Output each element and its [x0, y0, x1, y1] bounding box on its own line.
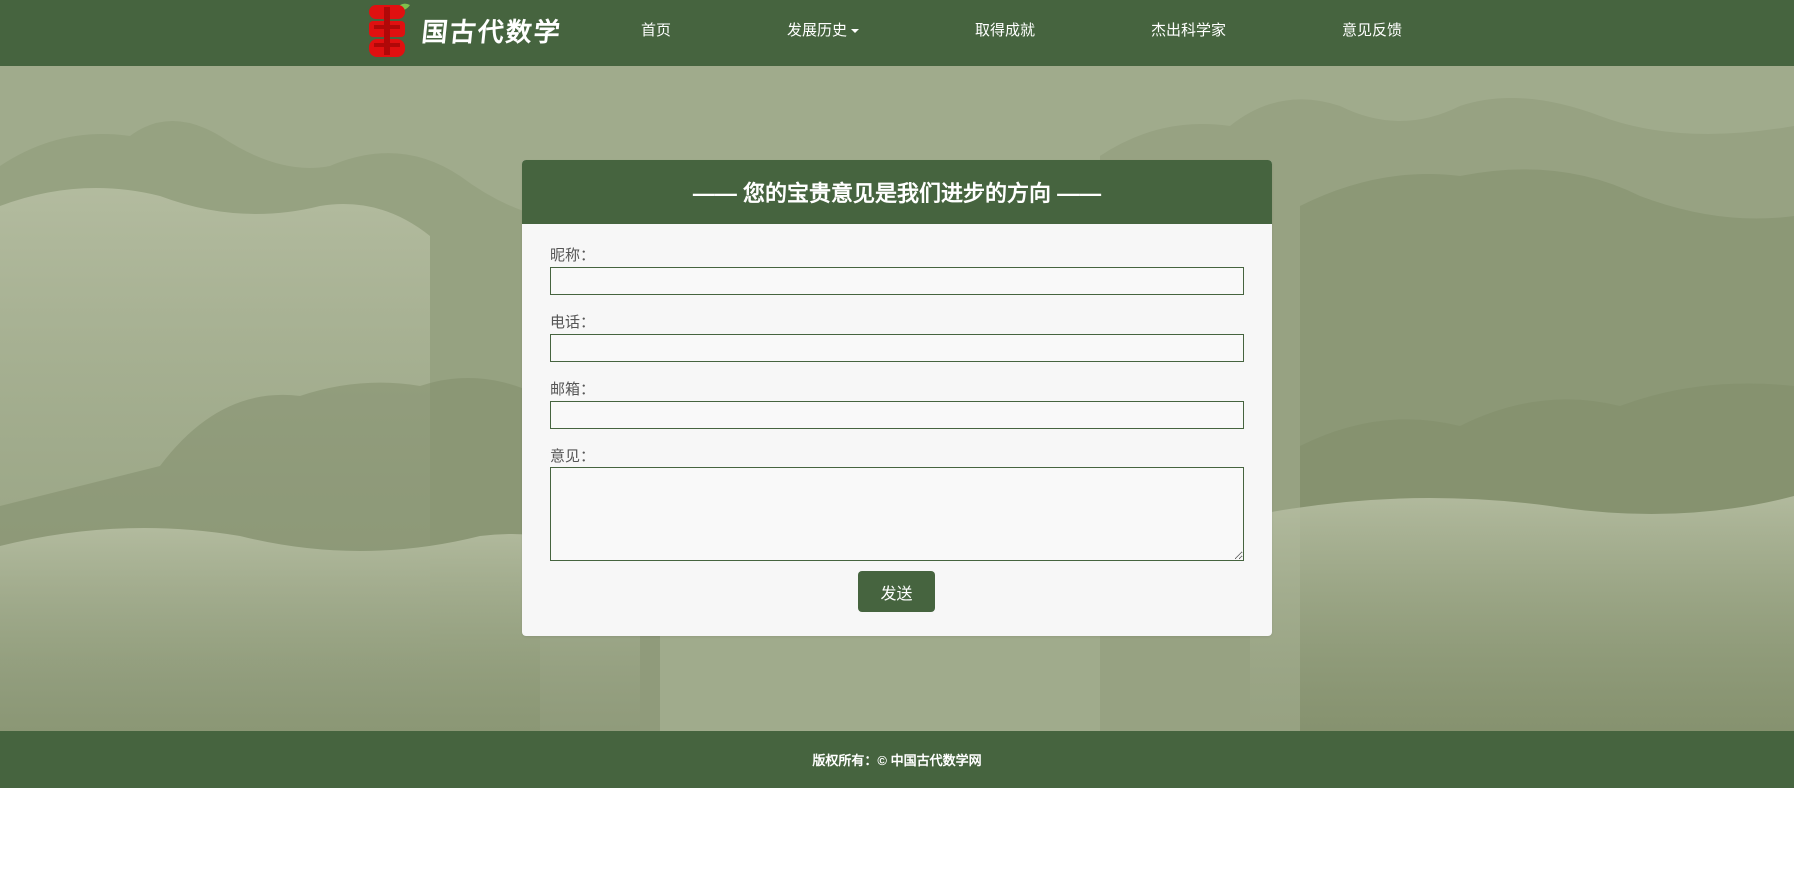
copyright-text: 版权所有：© 中国古代数学网 [812, 753, 982, 768]
nav-achievements[interactable]: 取得成就 [975, 19, 1035, 40]
opinion-label: 意见： [550, 448, 596, 465]
nickname-label: 昵称： [550, 247, 596, 264]
nickname-input[interactable] [550, 267, 1244, 295]
nav-history-label: 发展历史 [787, 22, 848, 39]
nav-scientists[interactable]: 杰出科学家 [1151, 19, 1226, 40]
footer: 版权所有：© 中国古代数学网 [0, 731, 1794, 788]
phone-input[interactable] [550, 334, 1244, 362]
site-logo[interactable]: 国古代数学 [366, 0, 564, 60]
nav-home[interactable]: 首页 [641, 19, 671, 40]
feedback-form-card: —— 您的宝贵意见是我们进步的方向 —— 昵称： 电话： 邮箱： 意见： 发送 [522, 160, 1272, 636]
logo-text: 国古代数学 [420, 17, 564, 48]
top-navbar: 国古代数学 首页 发展历史 取得成就 杰出科学家 意见反馈 [0, 0, 1794, 66]
email-label: 邮箱： [550, 381, 596, 398]
form-title: —— 您的宝贵意见是我们进步的方向 —— [522, 160, 1272, 224]
caret-down-icon [851, 29, 860, 34]
nav-history-dropdown[interactable]: 发展历史 [787, 19, 860, 40]
nav-feedback[interactable]: 意见反馈 [1342, 19, 1402, 40]
phone-label: 电话： [550, 314, 596, 331]
seal-logo-icon [366, 1, 420, 59]
email-input[interactable] [550, 401, 1244, 429]
send-button[interactable]: 发送 [858, 571, 935, 612]
opinion-textarea[interactable] [550, 467, 1244, 561]
